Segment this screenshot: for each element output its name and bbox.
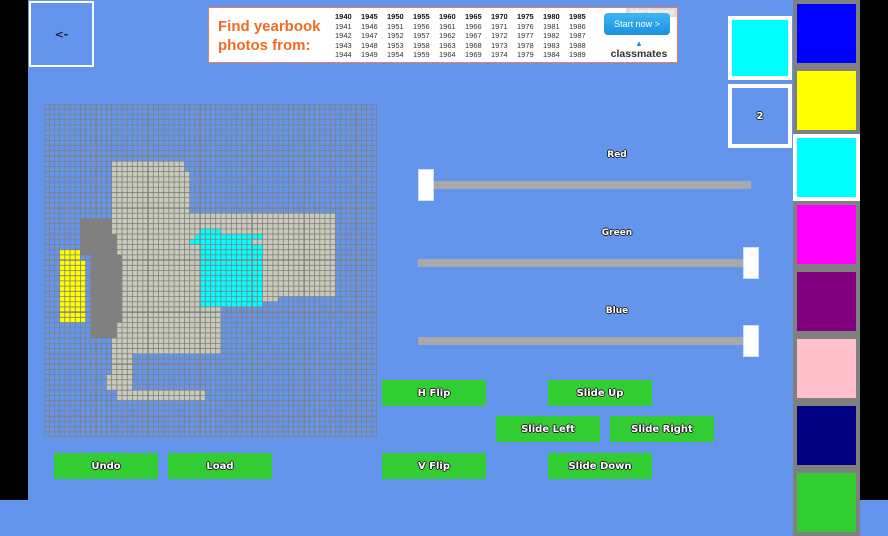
ad-year: 1949	[361, 50, 378, 60]
palette-swatch-pink[interactable]	[793, 335, 860, 402]
back-arrow-icon: <-	[54, 27, 69, 41]
ad-year: 1971	[491, 21, 508, 31]
graduation-cap-icon: ▲	[635, 39, 643, 48]
green-slider-label: Green	[601, 228, 633, 238]
painted-pixels	[106, 374, 133, 391]
ad-year: 1963	[439, 40, 456, 50]
pixel-grid[interactable]	[44, 104, 377, 437]
palette-swatch-navy[interactable]	[793, 402, 860, 469]
red-slider-track[interactable]	[418, 181, 751, 189]
slide-down-button[interactable]: Slide Down	[548, 453, 652, 479]
palette-swatch-yellow[interactable]	[793, 67, 860, 134]
ad-year: 1979	[517, 50, 534, 60]
pixel-canvas[interactable]	[44, 104, 377, 437]
ad-year: 1947	[361, 31, 378, 41]
ad-year: 1972	[491, 31, 508, 41]
ad-year: 1943	[335, 40, 352, 50]
ad-year: 1962	[439, 31, 456, 41]
ad-year: 1975	[517, 12, 534, 21]
ad-year: 1967	[465, 31, 482, 41]
load-button[interactable]: Load	[168, 453, 272, 479]
ad-year: 1970	[491, 12, 508, 21]
ad-year: 1981	[543, 21, 560, 31]
palette-swatch-cyan[interactable]	[793, 134, 860, 201]
ad-year: 1966	[465, 21, 482, 31]
ad-year: 1974	[491, 50, 508, 60]
v-flip-button[interactable]: V Flip	[382, 453, 486, 479]
blue-slider-label: Blue	[605, 306, 629, 316]
brush-size-button[interactable]: 2	[728, 84, 792, 148]
ad-year: 1951	[387, 21, 404, 31]
ad-year: 1944	[335, 50, 352, 60]
ad-year: 1977	[517, 31, 534, 41]
current-color-preview	[728, 16, 792, 80]
ad-year: 1955	[413, 12, 430, 21]
ad-year: 1965	[465, 12, 482, 21]
slide-right-button[interactable]: Slide Right	[610, 416, 714, 442]
ad-year: 1982	[543, 31, 560, 41]
palette-swatch-blue[interactable]	[793, 0, 860, 67]
blue-slider-track[interactable]	[418, 337, 751, 345]
ad-year: 1983	[543, 40, 560, 50]
palette-swatch-green[interactable]	[793, 469, 860, 536]
ad-year: 1980	[543, 12, 560, 21]
right-letterbox	[860, 0, 888, 500]
ad-year: 1989	[569, 50, 586, 60]
ad-year: 1984	[543, 50, 560, 60]
ad-year: 1960	[439, 12, 456, 21]
ad-year: 1987	[569, 31, 586, 41]
ad-brand-logo: ▲ classmates	[605, 39, 673, 61]
palette-swatch-purple[interactable]	[793, 268, 860, 335]
ad-brand-name: classmates	[610, 48, 668, 60]
ad-year: 1945	[361, 12, 378, 21]
ad-year: 1969	[465, 50, 482, 60]
ad-year: 1986	[569, 21, 586, 31]
left-letterbox	[0, 0, 28, 500]
undo-button[interactable]: Undo	[54, 453, 158, 479]
green-slider-thumb[interactable]	[743, 247, 759, 279]
ad-year: 1954	[387, 50, 404, 60]
ad-year: 1941	[335, 21, 352, 31]
green-slider-track[interactable]	[418, 259, 751, 267]
ad-year: 1973	[491, 40, 508, 50]
slide-left-button[interactable]: Slide Left	[496, 416, 600, 442]
ad-year: 1978	[517, 40, 534, 50]
slide-up-button[interactable]: Slide Up	[548, 380, 652, 406]
ad-year: 1957	[413, 31, 430, 41]
ad-year: 1988	[569, 40, 586, 50]
ad-year: 1948	[361, 40, 378, 50]
ad-year: 1940	[335, 12, 352, 21]
ad-years-table: 1940 1945 1950 1955 1960 1965 1970 1975 1980 1985…	[335, 12, 595, 60]
ad-year: 1952	[387, 31, 404, 41]
ad-year: 1956	[413, 21, 430, 31]
ad-year: 1985	[569, 12, 586, 21]
back-button[interactable]: <-	[29, 1, 94, 67]
red-slider-thumb[interactable]	[418, 169, 434, 201]
ad-year: 1953	[387, 40, 404, 50]
brush-size-value: 2	[756, 110, 764, 122]
painted-pixels	[90, 322, 117, 339]
h-flip-button[interactable]: H Flip	[382, 380, 486, 406]
ad-year: 1959	[413, 50, 430, 60]
ad-start-now-button[interactable]: Start now >	[604, 13, 670, 35]
ad-year: 1968	[465, 40, 482, 50]
ad-year: 1964	[439, 50, 456, 60]
red-slider-label: Red	[607, 150, 627, 160]
ad-year: 1976	[517, 21, 534, 31]
advertisement-banner[interactable]: Find yearbook photos from: 1940 1945 1950 1…	[208, 7, 678, 63]
ad-year: 1950	[387, 12, 404, 21]
blue-slider-thumb[interactable]	[743, 325, 759, 357]
ad-year: 1946	[361, 21, 378, 31]
palette-swatch-magenta[interactable]	[793, 201, 860, 268]
ad-year: 1942	[335, 31, 352, 41]
ad-year: 1961	[439, 21, 456, 31]
ad-headline: Find yearbook photos from:	[218, 18, 321, 54]
ad-year: 1958	[413, 40, 430, 50]
